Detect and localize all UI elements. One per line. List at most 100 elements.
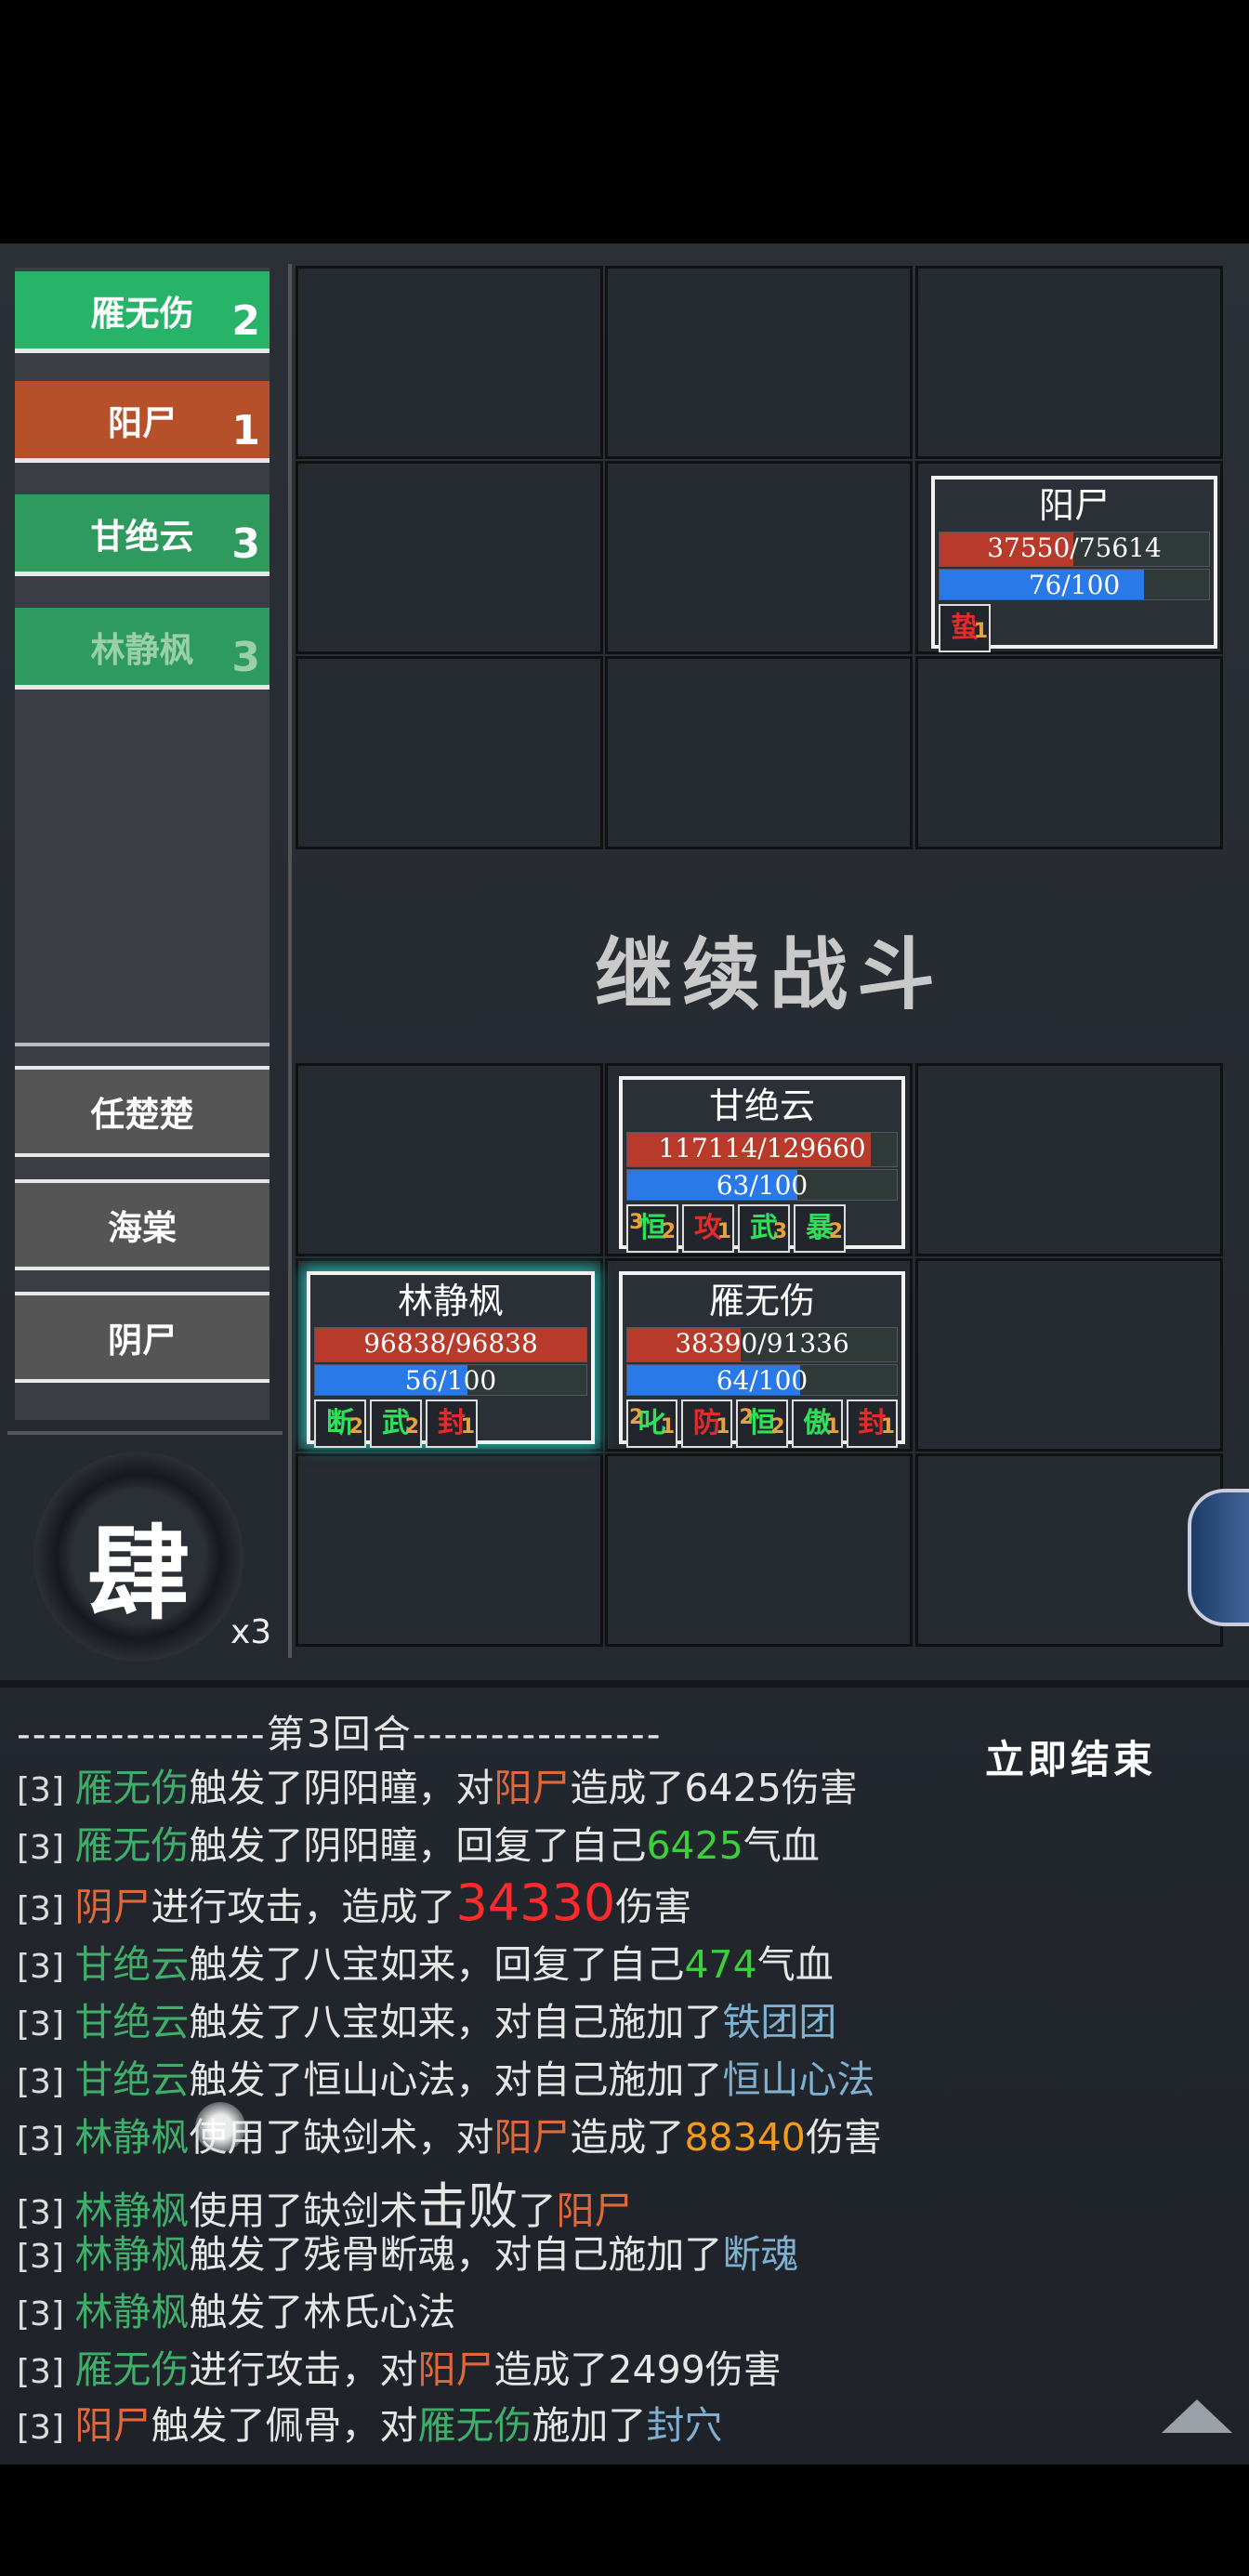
log-segment: 造成了6425伤害 <box>570 1766 858 1810</box>
turn-name: 阳尸 <box>108 402 177 443</box>
grid-cell[interactable] <box>296 1063 603 1256</box>
unit-name: 雁无伤 <box>708 1281 815 1321</box>
buff-stack: 1 <box>973 620 988 643</box>
turn-order-item[interactable]: 林静枫 3 <box>15 608 270 690</box>
log-segment: 雁无伤 <box>74 2347 190 2392</box>
grid-cell[interactable] <box>915 656 1223 849</box>
reserve-item[interactable]: 海棠 <box>15 1179 270 1270</box>
status-buff[interactable]: 断2 <box>314 1400 366 1448</box>
log-segment: 阳尸 <box>417 2347 494 2392</box>
end-now-button[interactable]: 立即结束 <box>985 1728 1156 1785</box>
log-segment: 造成了2499伤害 <box>493 2347 782 2392</box>
section-divider <box>7 1431 283 1435</box>
status-buff[interactable]: 叱12 <box>626 1400 678 1448</box>
ally-unit-card[interactable]: 林静枫 96838/96838 56/100 断 2 武 2 封 1 <box>307 1271 595 1448</box>
battle-log: ----------------第3回合---------------- 立即结… <box>0 1680 1249 2464</box>
hp-text: 38390/91336 <box>675 1328 849 1359</box>
grid-cell[interactable] <box>915 1453 1223 1647</box>
grid-cell[interactable] <box>605 461 913 654</box>
continue-battle-button[interactable]: 继续战斗 <box>595 913 944 1025</box>
turn-order-item[interactable]: 阳尸 1 <box>15 381 270 463</box>
log-segment: [3] <box>17 2295 75 2333</box>
log-segment: 甘绝云 <box>74 2057 190 2102</box>
buff-row: 蛰1 <box>939 604 1210 652</box>
hp-bar: 37550/75614 <box>939 532 1210 567</box>
status-buff[interactable]: 傲1 <box>791 1400 843 1448</box>
status-buff[interactable]: 攻1 <box>682 1204 734 1253</box>
status-buff[interactable]: 蛰1 <box>939 604 991 652</box>
log-segment: 6425 <box>646 1823 743 1868</box>
status-buff[interactable]: 暴2 <box>794 1204 846 1253</box>
buff-row: 断2武2封1 <box>314 1400 587 1448</box>
log-line: [3] 甘绝云触发了八宝如来，对自己施加了铁团团 <box>17 1991 836 2046</box>
log-segment: [3] <box>17 2409 75 2447</box>
enemy-unit-card[interactable]: 阳尸 37550/75614 76/100 蛰 1 <box>931 476 1217 652</box>
status-buff[interactable]: 防1 <box>681 1400 733 1448</box>
grid-cell[interactable] <box>605 1453 913 1647</box>
grid-cell[interactable] <box>605 656 913 849</box>
grid-cell[interactable] <box>915 1258 1223 1452</box>
log-segment: [3] <box>17 2063 75 2101</box>
buff-stack: 3 <box>772 1220 787 1243</box>
buff-stack: 2 <box>404 1415 419 1439</box>
touch-indicator <box>195 2102 245 2152</box>
hp-text: 117114/129660 <box>658 1133 866 1163</box>
status-buff[interactable]: 恒22 <box>736 1400 788 1448</box>
log-line: [3] 林静枫触发了林氏心法 <box>17 2280 455 2336</box>
log-segment: 伤害 <box>805 2115 882 2160</box>
log-segment: 触发了恒山心法，对自己施加了 <box>189 2057 723 2102</box>
log-line: [3] 阳尸触发了佩骨，对雁无伤施加了封穴 <box>17 2394 722 2450</box>
turn-count: 3 <box>231 634 260 681</box>
grid-cell[interactable] <box>296 1453 603 1647</box>
log-segment: [3] <box>17 2005 75 2044</box>
status-buff[interactable]: 武2 <box>370 1400 422 1448</box>
mp-text: 63/100 <box>716 1170 809 1201</box>
buff-stack: 2 <box>348 1415 363 1439</box>
log-segment: [3] <box>17 1829 75 1867</box>
turn-order-item[interactable]: 雁无伤 2 <box>15 271 270 353</box>
ally-unit-card[interactable]: 甘绝云 117114/129660 63/100 恒 2 3 攻 1 武 3 暴 2 <box>619 1076 905 1253</box>
log-segment: 气血 <box>743 1823 820 1868</box>
reserve-item[interactable]: 任楚楚 <box>15 1066 270 1157</box>
status-buff[interactable]: 恒23 <box>626 1204 678 1253</box>
grid-frame <box>288 264 292 1658</box>
log-segment: 触发了残骨断魂，对自己施加了 <box>189 2232 723 2277</box>
ally-unit-card[interactable]: 雁无伤 38390/91336 64/100 叱 1 2 防 1 恒 2 2 傲 1 封 1 <box>619 1271 905 1448</box>
turn-name: 林静枫 <box>90 629 194 670</box>
grid-cell[interactable] <box>296 656 603 849</box>
grid-cell[interactable] <box>915 266 1223 459</box>
turn-count: 3 <box>231 520 260 568</box>
turn-order-item[interactable]: 甘绝云 3 <box>15 494 270 576</box>
grid-cell[interactable] <box>915 1063 1223 1256</box>
log-line: [3] 雁无伤进行攻击，对阳尸造成了2499伤害 <box>17 2338 782 2394</box>
buff-stack-left: 2 <box>629 1406 644 1429</box>
log-segment: 阳尸 <box>493 2115 571 2160</box>
status-buff[interactable]: 封1 <box>846 1400 899 1448</box>
scroll-up-icon[interactable] <box>1162 2399 1232 2433</box>
buff-row: 恒23攻1武3暴2 <box>626 1204 898 1253</box>
log-segment: 阳尸 <box>74 2403 151 2448</box>
unit-name: 林静枫 <box>397 1281 504 1321</box>
grid-cell[interactable] <box>296 266 603 459</box>
hp-text: 37550/75614 <box>987 532 1162 563</box>
log-segment: 触发了阴阳瞳，回复了自己 <box>189 1823 647 1868</box>
unit-name: 阳尸 <box>1038 485 1110 526</box>
mp-bar: 64/100 <box>626 1364 898 1396</box>
skill-button[interactable]: 肆 <box>33 1452 243 1662</box>
log-segment: [3] <box>17 2121 75 2159</box>
buff-stack: 1 <box>660 1415 676 1439</box>
log-segment: 474 <box>684 1942 757 1987</box>
buff-stack: 1 <box>460 1415 475 1439</box>
log-segment: 触发了八宝如来，回复了自己 <box>189 1942 685 1987</box>
book-icon[interactable] <box>1188 1489 1249 1626</box>
log-segment: [3] <box>17 1948 75 1986</box>
grid-cell[interactable] <box>605 266 913 459</box>
log-segment: 封穴 <box>646 2403 723 2448</box>
status-buff[interactable]: 武3 <box>738 1204 790 1253</box>
log-segment: 88340 <box>684 2115 806 2160</box>
grid-cell[interactable] <box>296 461 603 654</box>
reserve-item[interactable]: 阴尸 <box>15 1292 270 1383</box>
status-buff[interactable]: 封1 <box>426 1400 478 1448</box>
log-segment: 雁无伤 <box>74 1766 190 1810</box>
turn-name: 雁无伤 <box>90 293 194 334</box>
